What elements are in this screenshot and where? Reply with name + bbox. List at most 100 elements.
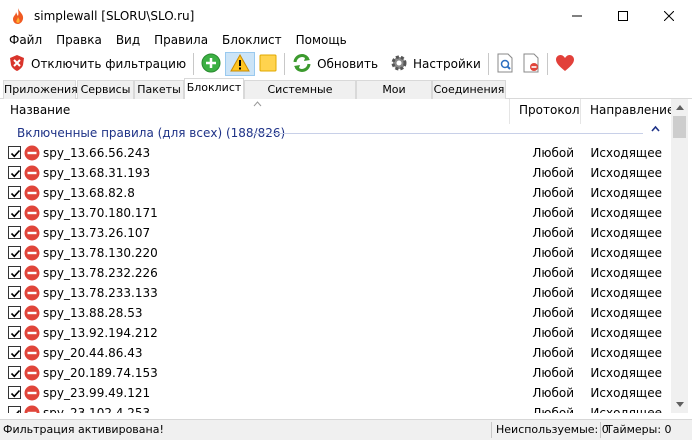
- menu-rules[interactable]: Правила: [147, 31, 215, 50]
- table-row[interactable]: spy_13.68.31.193 Любой Исходящее: [0, 163, 671, 183]
- deny-icon: [24, 405, 40, 413]
- rule-direction: Исходящее: [590, 406, 662, 413]
- minimize-button[interactable]: [554, 0, 600, 31]
- rule-protocol: Любой: [532, 266, 574, 280]
- menu-view[interactable]: Вид: [109, 31, 147, 50]
- rule-checkbox[interactable]: [8, 146, 21, 159]
- log-button[interactable]: [492, 52, 518, 76]
- scroll-down-icon[interactable]: [671, 396, 688, 413]
- scroll-up-icon[interactable]: [671, 99, 688, 116]
- vertical-scrollbar[interactable]: [671, 99, 688, 413]
- rule-checkbox[interactable]: [8, 166, 21, 179]
- rule-checkbox[interactable]: [8, 306, 21, 319]
- rule-direction: Исходящее: [590, 286, 662, 300]
- menu-blocklist[interactable]: Блоклист: [215, 31, 289, 50]
- deny-icon: [24, 265, 40, 281]
- rule-checkbox[interactable]: [8, 186, 21, 199]
- tab-blocklist[interactable]: Блоклист: [184, 78, 244, 100]
- menu-help[interactable]: Помощь: [289, 31, 354, 50]
- column-direction[interactable]: Направление: [590, 99, 674, 124]
- rule-protocol: Любой: [532, 386, 574, 400]
- group-header[interactable]: Включенные правила (для всех) (188/826): [0, 124, 671, 143]
- rule-name: spy_13.66.56.243: [43, 146, 151, 160]
- table-row[interactable]: spy_13.88.28.53 Любой Исходящее: [0, 303, 671, 323]
- warning-button[interactable]: [225, 52, 256, 76]
- rule-checkbox[interactable]: [8, 266, 21, 279]
- table-row[interactable]: spy_13.73.26.107 Любой Исходящее: [0, 223, 671, 243]
- title-bar: simplewall [SLORU\SLO.ru]: [0, 0, 692, 31]
- table-row[interactable]: spy_13.70.180.171 Любой Исходящее: [0, 203, 671, 223]
- status-unused: Неиспользуемые: 0: [496, 423, 609, 436]
- disable-filtering-button[interactable]: Отключить фильтрацию: [4, 52, 190, 76]
- disable-filtering-label: Отключить фильтрацию: [31, 57, 187, 71]
- settings-label: Настройки: [413, 57, 481, 71]
- toolbar-separator: [193, 53, 195, 75]
- add-rule-button[interactable]: [197, 52, 225, 76]
- close-button[interactable]: [646, 0, 692, 31]
- warning-icon: [230, 53, 250, 75]
- rule-checkbox[interactable]: [8, 366, 21, 379]
- column-divider[interactable]: [580, 99, 581, 124]
- table-row[interactable]: spy_13.92.194.212 Любой Исходящее: [0, 323, 671, 343]
- rule-checkbox[interactable]: [8, 246, 21, 259]
- rule-name: spy_20.44.86.43: [43, 346, 143, 360]
- tab-connections[interactable]: Соединения: [432, 80, 506, 99]
- toolbar: Отключить фильтрацию Обновить Настройки: [0, 50, 692, 78]
- settings-button[interactable]: Настройки: [386, 52, 485, 76]
- refresh-button[interactable]: Обновить: [288, 52, 382, 76]
- table-row[interactable]: spy_13.78.233.133 Любой Исходящее: [0, 283, 671, 303]
- rule-name: spy_23.102.4.253: [43, 406, 151, 413]
- toolbar-separator: [487, 53, 489, 75]
- rule-checkbox[interactable]: [8, 406, 21, 413]
- rule-direction: Исходящее: [590, 306, 662, 320]
- table-row[interactable]: spy_13.68.82.8 Любой Исходящее: [0, 183, 671, 203]
- note-button[interactable]: [255, 52, 281, 76]
- menu-file[interactable]: Файл: [0, 31, 49, 50]
- tab-services[interactable]: Сервисы: [77, 80, 134, 99]
- rule-direction: Исходящее: [590, 146, 662, 160]
- table-row[interactable]: spy_13.78.130.220 Любой Исходящее: [0, 243, 671, 263]
- rule-name: spy_13.88.28.53: [43, 306, 143, 320]
- tab-apps[interactable]: Приложения: [3, 80, 78, 99]
- rule-checkbox[interactable]: [8, 346, 21, 359]
- rule-checkbox[interactable]: [8, 226, 21, 239]
- table-row[interactable]: spy_13.66.56.243 Любой Исходящее: [0, 143, 671, 163]
- menu-edit[interactable]: Правка: [49, 31, 109, 50]
- rule-name: spy_13.73.26.107: [43, 226, 151, 240]
- group-label: Включенные правила (для всех) (188/826): [17, 126, 286, 140]
- tab-packets[interactable]: Пакеты: [134, 80, 184, 99]
- rule-name: spy_13.78.232.226: [43, 266, 158, 280]
- scroll-thumb[interactable]: [673, 116, 686, 138]
- rule-direction: Исходящее: [590, 246, 662, 260]
- rule-protocol: Любой: [532, 226, 574, 240]
- collapse-chevron-icon[interactable]: [651, 125, 660, 136]
- window-title: simplewall [SLORU\SLO.ru]: [34, 8, 195, 23]
- table-row[interactable]: spy_20.189.74.153 Любой Исходящее: [0, 363, 671, 383]
- donate-button[interactable]: [551, 52, 579, 76]
- maximize-button[interactable]: [600, 0, 646, 31]
- rule-checkbox[interactable]: [8, 386, 21, 399]
- flame-icon: [9, 7, 27, 25]
- rule-checkbox[interactable]: [8, 206, 21, 219]
- table-row[interactable]: spy_13.78.232.226 Любой Исходящее: [0, 263, 671, 283]
- status-main: Фильтрация активирована!: [3, 423, 164, 436]
- log-clear-button[interactable]: [518, 52, 544, 76]
- rule-direction: Исходящее: [590, 326, 662, 340]
- rule-checkbox[interactable]: [8, 286, 21, 299]
- tab-my-rules[interactable]: Мои правила: [356, 80, 432, 113]
- toolbar-separator: [284, 53, 286, 75]
- rule-checkbox[interactable]: [8, 326, 21, 339]
- status-bar: Фильтрация активирована! Неиспользуемые:…: [0, 419, 692, 440]
- rule-protocol: Любой: [532, 326, 574, 340]
- shield-x-icon: [8, 54, 26, 75]
- deny-icon: [24, 305, 40, 321]
- column-name[interactable]: Название: [10, 99, 70, 124]
- column-protocol[interactable]: Протокол: [519, 99, 580, 124]
- deny-icon: [24, 325, 40, 341]
- column-divider[interactable]: [509, 99, 510, 124]
- table-row[interactable]: spy_23.102.4.253 Любой Исходящее: [0, 403, 671, 413]
- rules-list: Название Протокол Направление Включенные…: [0, 99, 692, 413]
- table-row[interactable]: spy_23.99.49.121 Любой Исходящее: [0, 383, 671, 403]
- rule-protocol: Любой: [532, 146, 574, 160]
- table-row[interactable]: spy_20.44.86.43 Любой Исходящее: [0, 343, 671, 363]
